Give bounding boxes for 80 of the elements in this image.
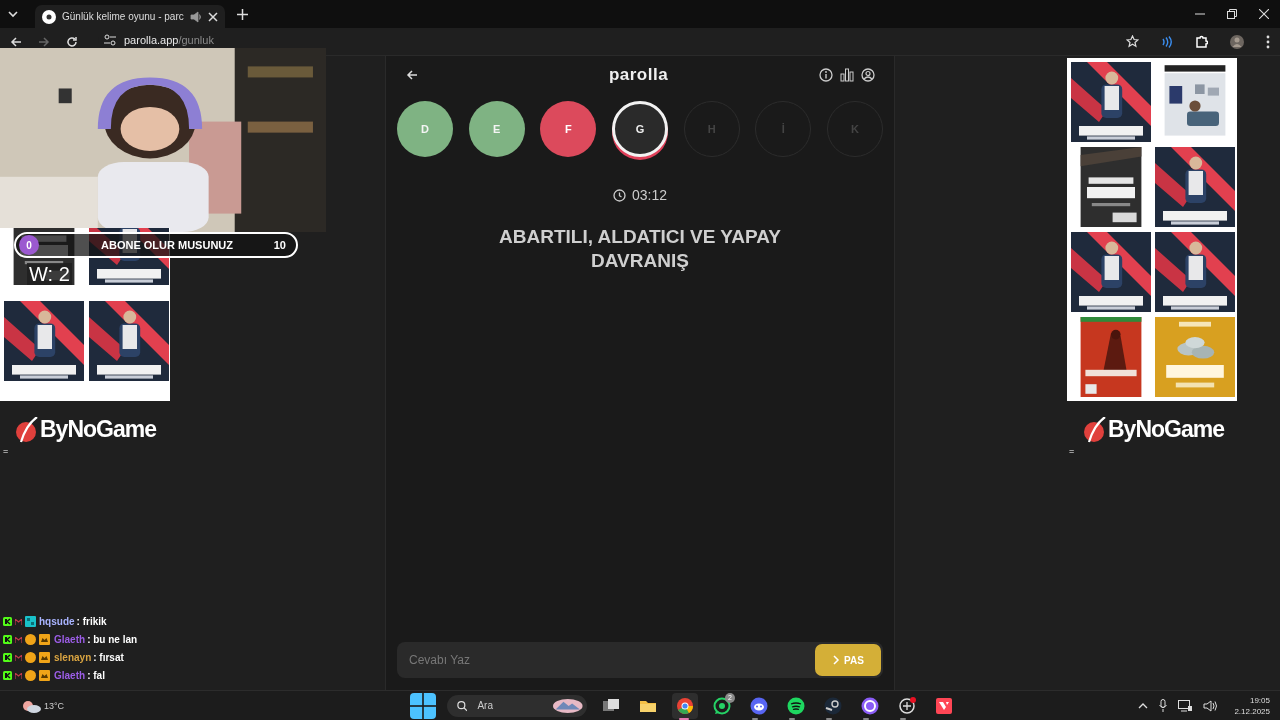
subscriber-badges-icon	[25, 670, 51, 681]
search-icon	[457, 699, 468, 712]
chat-message: : bu ne lan	[87, 634, 138, 645]
clock-icon	[612, 188, 626, 202]
timer-text: 03:12	[631, 187, 667, 203]
chat-username: slenayn	[54, 652, 92, 663]
letter-circle: G	[611, 101, 668, 157]
grid-badge-icon	[25, 616, 36, 627]
chat-message: : fal	[87, 670, 105, 681]
chevron-right-icon	[832, 655, 841, 665]
feather-logo-icon	[16, 416, 38, 443]
running-indicator	[679, 717, 689, 720]
reload-icon[interactable]	[66, 35, 78, 48]
forward-icon	[38, 35, 50, 48]
subgoal-target: 10	[273, 239, 286, 251]
star-icon[interactable]	[1126, 35, 1139, 48]
tab-list-icon[interactable]	[7, 8, 19, 20]
site-info-icon[interactable]	[104, 33, 116, 46]
browser-tab[interactable]: Günlük kelime oyunu - parc	[35, 5, 225, 28]
chat-username: Glaeth	[54, 670, 86, 681]
chat-username: Glaeth	[54, 634, 86, 645]
mountain-icon	[553, 697, 583, 714]
puzzle-icon[interactable]	[1195, 35, 1208, 48]
windows-start-icon[interactable]	[410, 692, 436, 719]
search-bar[interactable]: Ara	[447, 694, 587, 717]
platform-badge-icon	[3, 653, 12, 662]
letter-circle: D	[397, 101, 453, 157]
running-indicator	[789, 717, 795, 720]
feather-logo-icon	[1084, 416, 1106, 443]
speaker-icon[interactable]	[189, 10, 202, 23]
clock-date: 2.12.2025	[1234, 705, 1270, 717]
letter-circle: F	[540, 101, 597, 157]
volume-icon[interactable]	[1203, 699, 1218, 712]
close-icon[interactable]	[207, 11, 218, 22]
subgoal-count: 0	[19, 235, 39, 255]
overlay-marker: =	[1069, 446, 1075, 456]
running-indicator	[752, 717, 758, 720]
subscriber-badges-icon	[25, 634, 51, 645]
user-icon[interactable]	[861, 68, 875, 82]
back-icon[interactable]	[10, 35, 22, 48]
platform-badge-icon	[3, 635, 12, 644]
chat-message: : frikik	[76, 616, 107, 627]
site-favicon-icon	[42, 9, 56, 24]
subscriber-badges-icon	[25, 652, 51, 663]
brand-logo-text: ByNoGame	[1108, 416, 1224, 443]
tab-title: Günlük kelime oyunu - parc	[62, 11, 184, 22]
question-text: ABARTILI, ALDATICI VE YAPAY DAVRANIŞ	[498, 225, 782, 273]
microphone-icon[interactable]	[1159, 699, 1168, 712]
letter-circle: E	[468, 101, 525, 157]
weather-temperature: 13°C	[44, 700, 65, 711]
chat-message: : fırsat	[93, 652, 124, 663]
moderator-badge-icon	[15, 618, 22, 625]
answer-field[interactable]: Cevabı Yaz PAS	[397, 642, 883, 678]
network-icon[interactable]	[1178, 699, 1193, 712]
menu-icon[interactable]	[1266, 34, 1270, 49]
moderator-badge-icon	[15, 672, 22, 679]
platform-badge-icon	[3, 617, 12, 626]
brand-logo-text: ByNoGame	[40, 416, 156, 443]
running-indicator	[900, 717, 906, 720]
overlay-marker: =	[3, 446, 9, 456]
platform-badge-icon	[3, 671, 12, 680]
chevron-up-icon[interactable]	[1138, 702, 1149, 709]
back-arrow-icon[interactable]	[406, 69, 418, 81]
moderator-badge-icon	[15, 636, 22, 643]
win-loss-text: W: 2	[27, 263, 72, 285]
bar-chart-icon[interactable]	[840, 68, 854, 82]
new-tab-icon[interactable]	[236, 8, 248, 20]
search-input[interactable]: Ara	[475, 699, 546, 712]
running-indicator	[863, 717, 869, 720]
clock-time: 19:05	[1248, 694, 1270, 706]
url-text: parolla.app/gunluk	[124, 33, 214, 46]
chat-username: hqsude	[39, 616, 75, 627]
signal-waves-icon[interactable]	[1161, 35, 1173, 48]
running-indicator	[826, 717, 832, 720]
profile-avatar-icon[interactable]	[1230, 34, 1244, 49]
subgoal-label: ABONE OLUR MUSUNUZ	[101, 239, 234, 251]
pass-button[interactable]: PAS	[815, 644, 881, 676]
app-title: parolla	[607, 65, 670, 85]
moderator-badge-icon	[15, 654, 22, 661]
info-icon[interactable]	[819, 68, 833, 82]
